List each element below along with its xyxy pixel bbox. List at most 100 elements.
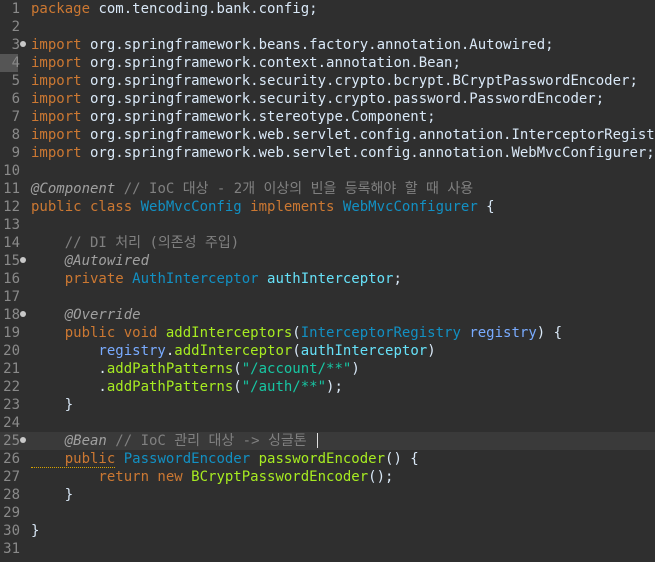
line-number: 6 [11, 91, 20, 107]
line-number: 9 [11, 145, 20, 161]
code-line[interactable]: 13 [0, 216, 655, 234]
line-number: 28 [3, 487, 20, 503]
code-line[interactable]: 8 import org.springframework.web.servlet.… [0, 126, 655, 144]
code-token: import [31, 73, 82, 89]
code-line[interactable]: 26 public PasswordEncoder passwordEncode… [0, 450, 655, 468]
code-line[interactable]: 19 public void addInterceptors(Intercept… [0, 324, 655, 342]
code-token: ) { [536, 325, 563, 341]
fold-toggle-icon[interactable] [20, 41, 26, 47]
fold-toggle-icon[interactable] [20, 311, 26, 317]
code-text: @Bean // IoC 관리 대상 -> 싱글톤 [31, 432, 319, 450]
code-token: org.springframework.web.servlet.config.a… [81, 127, 655, 143]
code-token: AuthInterceptor [132, 271, 259, 287]
code-line[interactable]: 17 [0, 288, 655, 306]
code-line[interactable]: 23 } [0, 396, 655, 414]
code-line[interactable]: 16 private AuthInterceptor authIntercept… [0, 270, 655, 288]
code-line[interactable]: 27 return new BCryptPasswordEncoder(); [0, 468, 655, 486]
code-token: ) [351, 361, 360, 377]
code-token: @Component [31, 181, 116, 197]
code-token: package [31, 1, 91, 17]
code-token: ( [233, 361, 242, 377]
code-token: } [31, 523, 40, 539]
line-number: 30 [3, 523, 20, 539]
code-text: } [31, 522, 39, 540]
code-line[interactable]: 30} [0, 522, 655, 540]
code-text: .addPathPatterns("/auth/**"); [31, 378, 342, 396]
line-number: 18 [3, 307, 20, 323]
code-line[interactable]: 14 // DI 처리 (의존성 주입) [0, 234, 655, 252]
code-line[interactable]: 15 @Autowired [0, 252, 655, 270]
code-line[interactable]: 22 .addPathPatterns("/auth/**"); [0, 378, 655, 396]
code-token: ( [292, 343, 301, 359]
code-token: . [31, 379, 107, 395]
fold-toggle-icon[interactable] [20, 257, 26, 263]
code-line[interactable]: 20 registry.addInterceptor(authIntercept… [0, 342, 655, 360]
code-token: org.springframework.beans.factory.annota… [81, 37, 554, 53]
code-token: // IoC 대상 - 2개 이상의 빈을 등록해야 할 때 사용 [115, 181, 474, 197]
line-number: 8 [11, 127, 20, 143]
code-text: private AuthInterceptor authInterceptor; [31, 270, 402, 288]
code-line[interactable]: 10 [0, 162, 655, 180]
code-text: package com.tencoding.bank.config; [31, 0, 318, 18]
code-text: import org.springframework.beans.factory… [31, 36, 554, 54]
code-token: import [31, 37, 82, 53]
code-text: public void addInterceptors(InterceptorR… [31, 324, 562, 342]
code-text: .addPathPatterns("/account/**") [31, 360, 360, 378]
code-line[interactable]: 31 [0, 540, 655, 558]
code-line[interactable]: 11 @Component // IoC 대상 - 2개 이상의 빈을 등록해야 … [0, 180, 655, 198]
code-text: public class WebMvcConfig implements Web… [31, 198, 495, 216]
code-line[interactable]: 6 import org.springframework.security.cry… [0, 90, 655, 108]
code-token: ( [292, 325, 301, 341]
code-token: org.springframework.stereotype.Component… [81, 109, 436, 125]
code-line[interactable]: 29 [0, 504, 655, 522]
code-token: ( [233, 379, 242, 395]
code-token: addPathPatterns [106, 361, 234, 377]
code-text: import org.springframework.security.cryp… [31, 72, 638, 90]
line-number: 14 [3, 235, 20, 251]
code-token: WebMvcConfigurer [342, 199, 478, 215]
code-text: import org.springframework.context.annot… [31, 54, 461, 72]
line-number: 20 [3, 343, 20, 359]
code-line[interactable]: 1 package com.tencoding.bank.config; [0, 0, 655, 18]
code-token: org.springframework.web.servlet.config.a… [81, 145, 655, 161]
code-line[interactable]: 5 import org.springframework.security.cry… [0, 72, 655, 90]
code-token: import [31, 145, 82, 161]
code-line[interactable]: 9 import org.springframework.web.servlet.… [0, 144, 655, 162]
code-text: @Component // IoC 대상 - 2개 이상의 빈을 등록해야 할 … [31, 180, 473, 198]
code-line[interactable]: 25 @Bean // IoC 관리 대상 -> 싱글톤 [0, 432, 655, 450]
line-number: 25 [3, 433, 20, 449]
line-number: 4 [11, 55, 20, 71]
line-number: 31 [3, 541, 20, 557]
code-token: import [31, 55, 82, 71]
line-number: 15 [3, 253, 20, 269]
code-line[interactable]: 28 } [0, 486, 655, 504]
code-token: import [31, 127, 82, 143]
code-token: return new [31, 469, 192, 485]
code-line[interactable]: 24 [0, 414, 655, 432]
line-number: 3 [11, 37, 20, 53]
code-text: import org.springframework.web.servlet.c… [31, 126, 655, 144]
code-text: @Override [31, 306, 141, 324]
line-number: 11 [3, 181, 20, 197]
code-line[interactable]: 12 public class WebMvcConfig implements W… [0, 198, 655, 216]
code-line[interactable]: 3 import org.springframework.beans.factor… [0, 36, 655, 54]
code-editor[interactable]: 1 package com.tencoding.bank.config; 2 3 imp… [0, 0, 655, 562]
code-line[interactable]: 4 import org.springframework.context.anno… [0, 54, 655, 72]
code-token: org.springframework.security.crypto.pass… [81, 91, 605, 107]
code-line[interactable]: 2 [0, 18, 655, 36]
code-line[interactable]: 7 import org.springframework.stereotype.C… [0, 108, 655, 126]
code-token: public class [31, 199, 141, 215]
line-number: 19 [3, 325, 20, 341]
code-line[interactable]: 21 .addPathPatterns("/account/**") [0, 360, 655, 378]
line-number: 24 [3, 415, 20, 431]
line-number: 22 [3, 379, 20, 395]
code-text: import org.springframework.web.servlet.c… [31, 144, 655, 162]
code-token: @Bean [31, 433, 107, 449]
code-token: @Autowired [31, 253, 150, 269]
code-token: org.springframework.context.annotation.B… [81, 55, 461, 71]
line-number: 5 [11, 73, 20, 89]
code-line[interactable]: 18 @Override [0, 306, 655, 324]
code-token: com.tencoding.bank.config; [90, 1, 318, 17]
code-token: public void [31, 325, 166, 341]
fold-toggle-icon[interactable] [20, 437, 26, 443]
